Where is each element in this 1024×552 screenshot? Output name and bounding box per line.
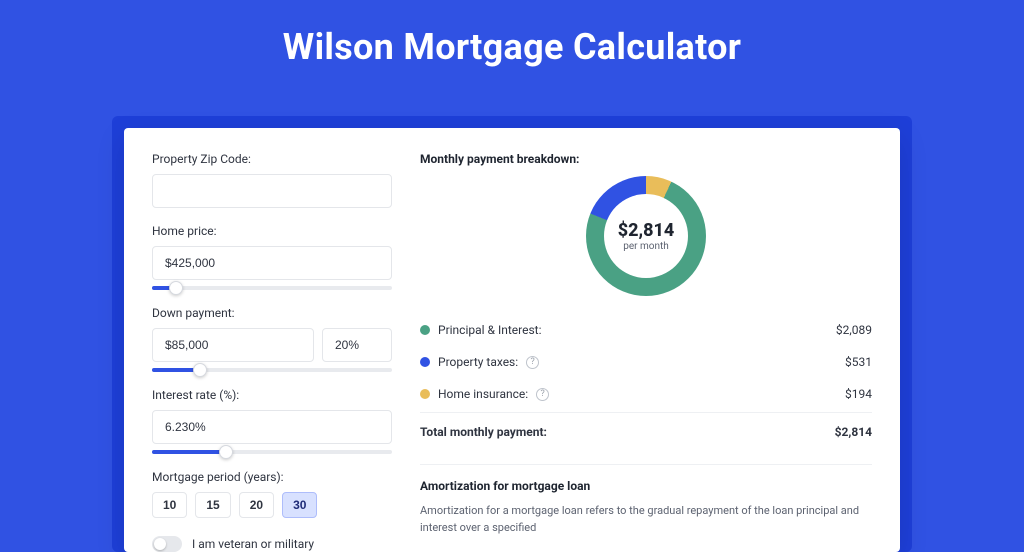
period-30-button[interactable]: 30 [282,492,317,518]
donut-center-sub: per month [623,241,669,252]
ins-label: Home insurance: [438,387,528,401]
zip-input[interactable] [152,174,392,208]
pi-value: $2,089 [836,323,872,337]
tax-label: Property taxes: [438,355,518,369]
ins-value: $194 [845,387,872,401]
info-icon[interactable]: ? [536,388,549,401]
down-payment-slider[interactable] [152,368,392,372]
dot-blue-icon [420,357,430,367]
period-15-button[interactable]: 15 [195,492,230,518]
home-price-slider[interactable] [152,286,392,290]
zip-label: Property Zip Code: [152,152,392,166]
down-payment-input[interactable] [152,328,314,362]
slider-thumb[interactable] [219,445,233,459]
period-10-button[interactable]: 10 [152,492,187,518]
donut-center-value: $2,814 [618,220,675,241]
veteran-row: I am veteran or military [152,536,392,552]
rate-group: Interest rate (%): [152,388,392,454]
inputs-panel: Property Zip Code: Home price: Down paym… [152,152,392,528]
breakdown-title: Monthly payment breakdown: [420,152,872,166]
zip-group: Property Zip Code: [152,152,392,208]
rate-label: Interest rate (%): [152,388,392,402]
down-payment-pct-input[interactable] [322,328,392,362]
dot-green-icon [420,325,430,335]
dot-yellow-icon [420,389,430,399]
legend-principal-interest: Principal & Interest: $2,089 [420,314,872,346]
veteran-toggle[interactable] [152,536,182,552]
down-payment-group: Down payment: [152,306,392,372]
legend-property-taxes: Property taxes: ? $531 [420,346,872,378]
amort-desc: Amortization for a mortgage loan refers … [420,503,872,536]
total-value: $2,814 [835,425,872,439]
home-price-label: Home price: [152,224,392,238]
legend-home-insurance: Home insurance: ? $194 [420,378,872,410]
slider-thumb[interactable] [169,281,183,295]
pi-label: Principal & Interest: [438,323,542,337]
slider-thumb[interactable] [193,363,207,377]
divider [420,464,872,465]
total-label: Total monthly payment: [420,425,547,439]
home-price-group: Home price: [152,224,392,290]
period-group: Mortgage period (years): 10 15 20 30 [152,470,392,518]
amort-title: Amortization for mortgage loan [420,479,872,493]
period-label: Mortgage period (years): [152,470,392,484]
hero: Wilson Mortgage Calculator [0,0,1024,86]
rate-slider[interactable] [152,450,392,454]
veteran-label: I am veteran or military [192,537,314,551]
page-title: Wilson Mortgage Calculator [0,26,1024,68]
down-payment-label: Down payment: [152,306,392,320]
legend-total: Total monthly payment: $2,814 [420,412,872,448]
rate-input[interactable] [152,410,392,444]
period-20-button[interactable]: 20 [239,492,274,518]
calculator-card: Property Zip Code: Home price: Down paym… [124,128,900,552]
home-price-input[interactable] [152,246,392,280]
tax-value: $531 [845,355,872,369]
breakdown-panel: Monthly payment breakdown: $2,814 per mo… [420,152,872,528]
info-icon[interactable]: ? [526,356,539,369]
donut-chart: $2,814 per month [420,176,872,296]
